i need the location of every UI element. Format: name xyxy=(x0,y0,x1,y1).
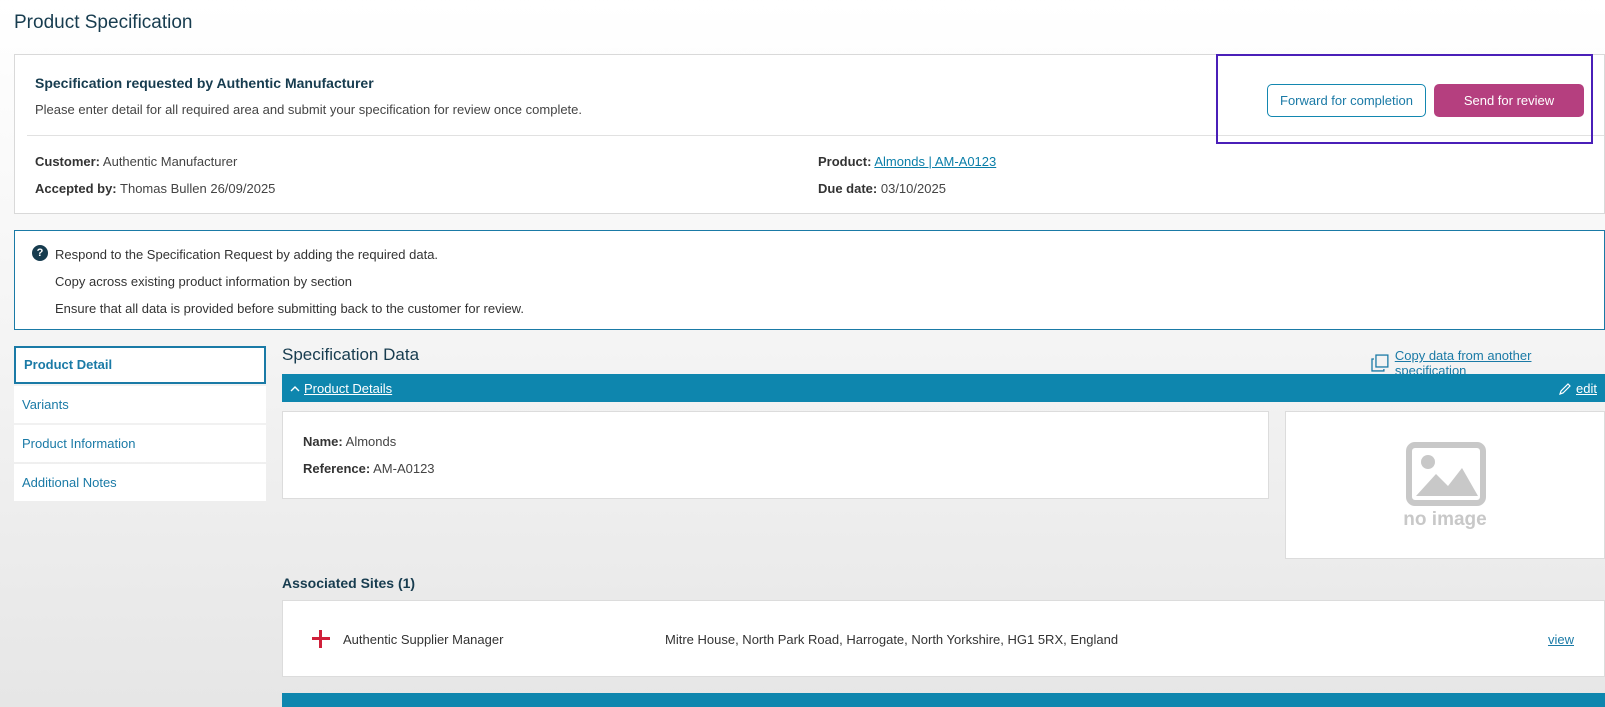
question-icon: ? xyxy=(32,245,48,261)
customer-field: Customer: Authentic Manufacturer xyxy=(35,154,237,169)
name-label: Name: xyxy=(303,434,343,449)
variants-bar xyxy=(282,693,1605,707)
product-details-bar: Product Details edit xyxy=(282,374,1605,402)
reference-field: Reference: AM-A0123 xyxy=(303,461,435,476)
due-date-label: Due date: xyxy=(818,181,878,196)
reference-value: AM-A0123 xyxy=(373,461,435,476)
accepted-field: Accepted by: Thomas Bullen 26/09/2025 xyxy=(35,181,275,196)
page-title: Product Specification xyxy=(14,12,193,33)
product-image-placeholder: no image xyxy=(1285,411,1605,559)
product-details-card: Name: Almonds Reference: AM-A0123 xyxy=(282,411,1269,499)
sidebar-item-product-detail[interactable]: Product Detail xyxy=(14,346,266,384)
sidebar-item-product-information[interactable]: Product Information xyxy=(14,425,266,462)
request-subtext: Please enter detail for all required are… xyxy=(35,102,583,117)
product-label: Product: xyxy=(818,154,872,169)
image-icon xyxy=(1406,442,1486,506)
name-field: Name: Almonds xyxy=(303,434,396,449)
edit-label: edit xyxy=(1576,381,1597,396)
chevron-up-icon xyxy=(290,385,300,391)
plus-icon xyxy=(311,629,331,649)
sidebar-item-additional-notes[interactable]: Additional Notes xyxy=(14,464,266,501)
sidebar-nav: Product Detail Variants Product Informat… xyxy=(14,346,266,503)
customer-value: Authentic Manufacturer xyxy=(102,154,238,169)
associated-sites-heading: Associated Sites (1) xyxy=(282,575,416,591)
customer-label: Customer: xyxy=(35,154,101,169)
info-line: Respond to the Specification Request by … xyxy=(55,247,439,262)
product-details-toggle[interactable]: Product Details xyxy=(290,381,392,396)
info-line: Copy across existing product information… xyxy=(55,274,352,289)
due-date-value: 03/10/2025 xyxy=(880,181,946,196)
sidebar-item-variants[interactable]: Variants xyxy=(14,386,266,423)
site-view-link[interactable]: view xyxy=(1548,632,1574,647)
send-for-review-button[interactable]: Send for review xyxy=(1434,84,1584,117)
pencil-icon xyxy=(1559,382,1571,395)
site-name: Authentic Supplier Manager xyxy=(343,632,504,647)
specification-data-title: Specification Data xyxy=(282,345,420,364)
reference-label: Reference: xyxy=(303,461,371,476)
due-date-field: Due date: 03/10/2025 xyxy=(818,181,946,196)
accepted-value: Thomas Bullen 26/09/2025 xyxy=(120,181,276,196)
product-details-title: Product Details xyxy=(304,381,393,396)
name-value: Almonds xyxy=(345,434,397,449)
product-details-edit-link[interactable]: edit xyxy=(1558,381,1597,396)
copy-icon xyxy=(1371,354,1389,372)
accepted-label: Accepted by: xyxy=(35,181,117,196)
info-box: ? Respond to the Specification Request b… xyxy=(14,230,1605,330)
product-link[interactable]: Almonds | AM-A0123 xyxy=(874,154,996,169)
info-line: Ensure that all data is provided before … xyxy=(55,301,524,316)
product-field: Product: Almonds | AM-A0123 xyxy=(818,154,996,169)
forward-for-completion-button[interactable]: Forward for completion xyxy=(1267,84,1426,117)
request-heading: Specification requested by Authentic Man… xyxy=(35,75,374,91)
site-row: Authentic Supplier Manager Mitre House, … xyxy=(282,600,1605,677)
site-address: Mitre House, North Park Road, Harrogate,… xyxy=(665,632,1119,647)
no-image-text: no image xyxy=(1403,509,1487,530)
